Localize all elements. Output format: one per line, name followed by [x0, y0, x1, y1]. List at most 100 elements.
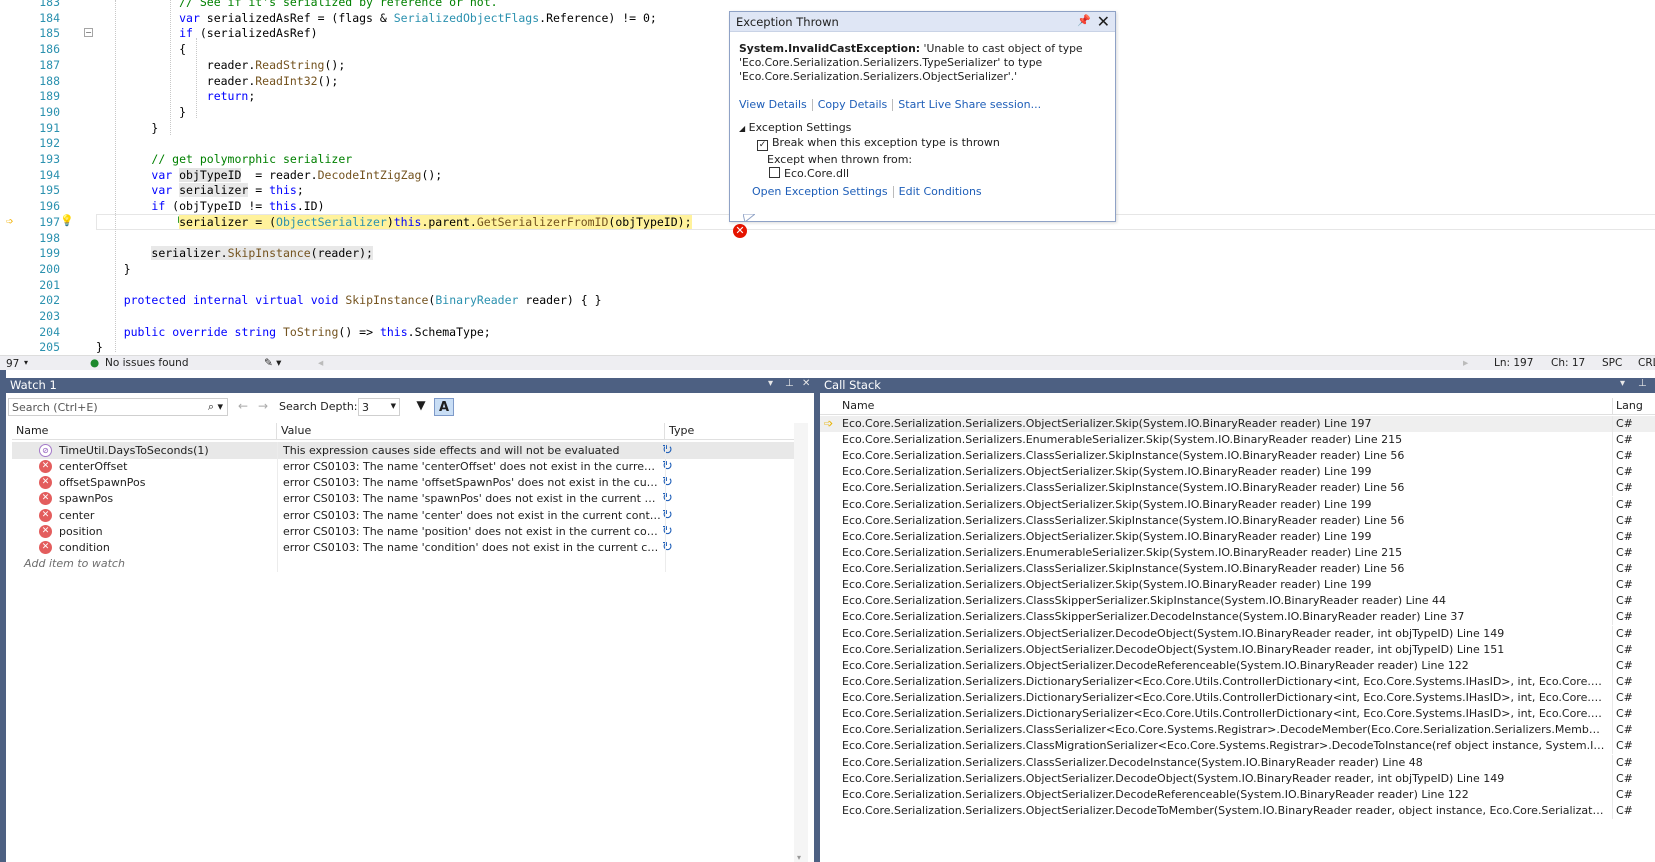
edit-conditions-link[interactable]: Edit Conditions [899, 185, 982, 198]
view-details-link[interactable]: View Details [739, 98, 807, 111]
code-editor[interactable]: 183 // See if it's serialized by referen… [0, 0, 1655, 370]
column-header-type[interactable]: Type [665, 423, 800, 440]
code-line[interactable]: 200 } [0, 261, 1655, 277]
frame-name[interactable]: Eco.Core.Serialization.Serializers.Objec… [842, 643, 1606, 656]
line-indicator[interactable]: Ln: 197 [1494, 357, 1533, 369]
code-text[interactable]: } [96, 262, 131, 276]
watch-row[interactable]: ✕ position error CS0103: The name 'positio… [12, 522, 800, 540]
watch-row[interactable]: ✕ spawnPos error CS0103: The name 'spawnPo… [12, 490, 800, 508]
code-text[interactable]: public override string ToString() => thi… [96, 325, 491, 339]
watch-name[interactable]: center [59, 509, 94, 522]
callstack-frame[interactable]: Eco.Core.Serialization.Serializers.Class… [820, 609, 1655, 626]
frame-name[interactable]: Eco.Core.Serialization.Serializers.Class… [842, 723, 1606, 736]
add-watch-row[interactable]: Add item to watch [12, 555, 800, 573]
watch-name[interactable]: position [59, 525, 103, 538]
pin-icon[interactable]: ⊥ [785, 378, 794, 389]
code-line[interactable]: 202 protected internal virtual void Skip… [0, 292, 1655, 308]
dll-exclude-row[interactable]: Eco.Core.dll [769, 167, 849, 180]
column-header-name[interactable]: Name [842, 399, 874, 412]
frame-name[interactable]: Eco.Core.Serialization.Serializers.Objec… [842, 498, 1606, 511]
refresh-icon[interactable]: ↻ [662, 491, 673, 506]
pin-icon[interactable]: ⊥ [1638, 378, 1647, 389]
code-text[interactable]: serializer = (ObjectSerializer)this.pare… [96, 214, 692, 229]
column-header-lang[interactable]: Lang [1616, 399, 1643, 412]
code-text[interactable]: var serializedAsRef = (flags & Serialize… [96, 11, 657, 25]
watch-row[interactable]: ⊘ TimeUtil.DaysToSeconds(1) This expressio… [12, 442, 800, 459]
pin-icon[interactable]: 📌 [1077, 14, 1091, 27]
text-case-icon[interactable]: A [434, 398, 454, 416]
callstack-frame[interactable]: ➩ Eco.Core.Serialization.Serializers.Obje… [820, 416, 1655, 432]
search-depth-select[interactable]: 3 ▼ [358, 398, 400, 416]
frame-name[interactable]: Eco.Core.Serialization.Serializers.Class… [842, 481, 1606, 494]
exception-settings-toggle[interactable]: ◢ Exception Settings [739, 121, 851, 134]
callstack-frame[interactable]: Eco.Core.Serialization.Serializers.Class… [820, 480, 1655, 497]
callstack-frame[interactable]: Eco.Core.Serialization.Serializers.Objec… [820, 496, 1655, 513]
whitespace-indicator[interactable]: SPC [1602, 357, 1622, 369]
watch-name[interactable]: condition [59, 541, 110, 554]
code-text[interactable]: // See if it's serialized by reference o… [96, 0, 498, 9]
fold-collapse-icon[interactable]: − [84, 28, 93, 38]
scroll-down-icon[interactable]: ▾ [797, 853, 801, 862]
dropdown-icon[interactable]: ▾ [768, 378, 773, 389]
callstack-frame[interactable]: Eco.Core.Serialization.Serializers.Class… [820, 561, 1655, 578]
code-text[interactable]: if (serializedAsRef) [96, 26, 317, 40]
code-text[interactable]: var serializer = this; [96, 183, 304, 198]
frame-name[interactable]: Eco.Core.Serialization.Serializers.Enume… [842, 433, 1606, 446]
frame-name[interactable]: Eco.Core.Serialization.Serializers.Objec… [842, 578, 1606, 591]
code-text[interactable]: // get polymorphic serializer [96, 152, 352, 166]
code-line[interactable]: 203 [0, 308, 1655, 324]
watch-search-input[interactable]: Search (Ctrl+E) ⌕ ▾ [8, 398, 228, 416]
watch-scrollbar[interactable]: ▾ [794, 423, 808, 862]
watch-row[interactable]: ✕ centerOffset error CS0103: The name 'cen… [12, 458, 800, 476]
code-text[interactable]: serializer.SkipInstance(reader); [96, 246, 373, 261]
scroll-right-icon[interactable]: ▸ [1463, 357, 1468, 369]
callstack-frame[interactable]: Eco.Core.Serialization.Serializers.Objec… [820, 802, 1655, 819]
watch-value[interactable]: error CS0103: The name 'condition' does … [283, 541, 661, 554]
refresh-icon[interactable]: ↻ [662, 475, 673, 490]
column-indicator[interactable]: Ch: 17 [1551, 357, 1585, 369]
code-line[interactable]: 205} [0, 339, 1655, 355]
watch-value[interactable]: error CS0103: The name 'centerOffset' do… [283, 460, 661, 473]
code-text[interactable]: reader.ReadInt32(); [96, 74, 339, 88]
watch-value[interactable]: error CS0103: The name 'offsetSpawnPos' … [283, 476, 661, 489]
code-text[interactable]: if (objTypeID != this.ID) [96, 199, 324, 213]
callstack-frame[interactable]: Eco.Core.Serialization.Serializers.Class… [820, 512, 1655, 529]
frame-name[interactable]: Eco.Core.Serialization.Serializers.Class… [842, 562, 1606, 575]
add-watch-hint[interactable]: Add item to watch [24, 557, 125, 570]
watch-value[interactable]: This expression causes side effects and … [283, 444, 661, 457]
frame-name[interactable]: Eco.Core.Serialization.Serializers.Class… [842, 594, 1606, 607]
callstack-frame[interactable]: Eco.Core.Serialization.Serializers.Objec… [820, 657, 1655, 674]
callstack-frame[interactable]: Eco.Core.Serialization.Serializers.Dicti… [820, 690, 1655, 707]
frame-name[interactable]: Eco.Core.Serialization.Serializers.Class… [842, 514, 1606, 527]
frame-name[interactable]: Eco.Core.Serialization.Serializers.Objec… [842, 465, 1606, 478]
live-share-link[interactable]: Start Live Share session... [898, 98, 1041, 111]
refresh-icon[interactable]: ↻ [662, 443, 673, 458]
watch-row[interactable]: ✕ offsetSpawnPos error CS0103: The name 'o… [12, 474, 800, 492]
code-line[interactable]: 199 serializer.SkipInstance(reader); [0, 245, 1655, 261]
close-icon[interactable]: ✕ [1097, 12, 1110, 31]
code-line[interactable]: 204 public override string ToString() =>… [0, 324, 1655, 340]
callstack-frame[interactable]: Eco.Core.Serialization.Serializers.Class… [820, 593, 1655, 610]
frame-name[interactable]: Eco.Core.Serialization.Serializers.Dicti… [842, 675, 1606, 688]
line-ending-indicator[interactable]: CRLF [1638, 357, 1655, 369]
callstack-frame[interactable]: Eco.Core.Serialization.Serializers.Dicti… [820, 673, 1655, 690]
code-line[interactable]: 183 // See if it's serialized by referen… [0, 0, 1655, 10]
filter-icon[interactable]: ▼ [412, 398, 430, 416]
dll-exclude-checkbox[interactable] [769, 167, 780, 178]
watch-row[interactable]: ✕ condition error CS0103: The name 'condit… [12, 538, 800, 556]
code-text[interactable]: protected internal virtual void SkipInst… [96, 293, 602, 307]
callstack-frame[interactable]: Eco.Core.Serialization.Serializers.Objec… [820, 641, 1655, 658]
brush-icon[interactable]: ✎ ▾ [264, 357, 281, 369]
pane-divider[interactable] [0, 370, 1655, 378]
refresh-icon[interactable]: ↻ [662, 459, 673, 474]
copy-details-link[interactable]: Copy Details [818, 98, 888, 111]
close-icon[interactable]: ✕ [802, 378, 810, 389]
refresh-icon[interactable]: ↻ [662, 508, 673, 523]
callstack-frame[interactable]: Eco.Core.Serialization.Serializers.Class… [820, 722, 1655, 739]
frame-name[interactable]: Eco.Core.Serialization.Serializers.Enume… [842, 546, 1606, 559]
callstack-frame[interactable]: Eco.Core.Serialization.Serializers.Dicti… [820, 706, 1655, 723]
callstack-frame[interactable]: Eco.Core.Serialization.Serializers.Objec… [820, 528, 1655, 545]
lightbulb-icon[interactable]: 💡 [60, 214, 74, 227]
search-icon[interactable]: ⌕ ▾ [208, 400, 223, 414]
refresh-icon[interactable]: ↻ [662, 540, 673, 555]
